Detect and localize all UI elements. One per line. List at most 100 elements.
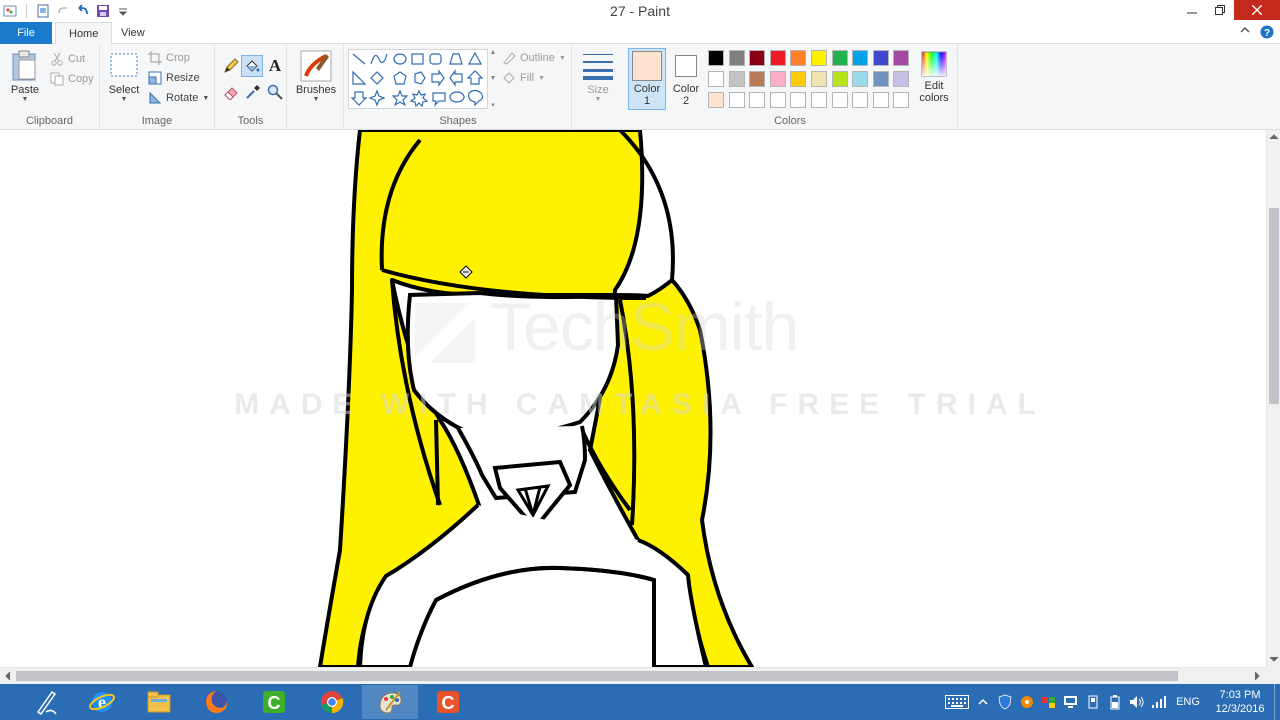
gallery-down-icon[interactable]: ▼ — [490, 75, 497, 82]
taskbar-pen-icon[interactable] — [18, 685, 74, 719]
tab-file[interactable]: File — [0, 22, 52, 44]
tab-view[interactable]: View — [108, 22, 158, 44]
tray-signal-icon[interactable] — [1148, 692, 1170, 712]
horizontal-scroll-thumb[interactable] — [16, 671, 1178, 681]
palette-swatch[interactable] — [769, 50, 786, 66]
show-desktop-button[interactable] — [1274, 684, 1280, 720]
new-file-icon[interactable] — [33, 2, 53, 20]
color-picker-tool[interactable] — [243, 82, 263, 102]
palette-swatch[interactable] — [872, 92, 889, 108]
touch-keyboard-icon[interactable] — [942, 692, 972, 712]
tray-usb-icon[interactable] — [1082, 692, 1104, 712]
tray-avast-icon[interactable] — [1016, 692, 1038, 712]
palette-swatch[interactable] — [811, 71, 827, 87]
tray-network-adapter-icon[interactable] — [1038, 692, 1060, 712]
palette-swatch[interactable] — [872, 50, 889, 66]
edit-colors-button[interactable]: Edit colors — [914, 50, 954, 104]
rotate-button[interactable]: Rotate ▼ — [148, 89, 209, 107]
tray-clock[interactable]: 7:03 PM 12/3/2016 — [1206, 688, 1274, 716]
palette-swatch[interactable] — [749, 71, 766, 87]
fill-dropdown-icon[interactable]: ▼ — [538, 75, 545, 82]
pencil-tool[interactable] — [221, 56, 241, 76]
scroll-down-icon[interactable] — [1268, 654, 1280, 664]
palette-swatch[interactable] — [893, 92, 910, 108]
palette-swatch[interactable] — [852, 71, 869, 87]
taskbar-chrome-icon[interactable] — [304, 685, 360, 719]
save-icon[interactable] — [93, 2, 113, 20]
outline-dropdown-icon[interactable]: ▼ — [559, 55, 566, 62]
palette-swatch[interactable] — [728, 50, 745, 66]
palette-swatch[interactable] — [790, 50, 807, 66]
crop-button[interactable]: Crop — [148, 49, 190, 67]
select-dropdown-icon[interactable]: ▼ — [121, 96, 128, 103]
taskbar-firefox-icon[interactable] — [188, 685, 244, 719]
taskbar-camtasia-recorder-icon[interactable]: C — [420, 685, 476, 719]
brushes-button[interactable]: Brushes ▼ — [293, 50, 339, 103]
tray-battery-icon[interactable] — [1104, 692, 1126, 712]
brushes-dropdown-icon[interactable]: ▼ — [313, 96, 320, 103]
tray-volume-icon[interactable] — [1126, 692, 1148, 712]
copy-button[interactable]: Copy — [50, 70, 94, 88]
tray-monitor-icon[interactable] — [1060, 692, 1082, 712]
palette-swatch[interactable] — [708, 50, 724, 66]
palette-swatch[interactable] — [831, 71, 848, 87]
undo-icon[interactable] — [73, 2, 93, 20]
customize-qat-icon[interactable] — [113, 2, 133, 20]
palette-swatch[interactable] — [852, 92, 869, 108]
palette-swatch[interactable] — [749, 92, 766, 108]
palette-swatch[interactable] — [769, 71, 786, 87]
palette-swatch[interactable] — [831, 92, 848, 108]
scroll-right-icon[interactable] — [1252, 670, 1262, 682]
palette-swatch[interactable] — [790, 71, 807, 87]
size-dropdown-icon[interactable]: ▼ — [595, 96, 602, 103]
tray-shield-icon[interactable] — [994, 692, 1016, 712]
color2-button[interactable]: Color 2 — [668, 49, 704, 107]
scroll-up-icon[interactable] — [1268, 132, 1280, 142]
magnifier-tool[interactable] — [265, 82, 285, 102]
collapse-ribbon-icon[interactable] — [1240, 25, 1250, 42]
taskbar-explorer-icon[interactable] — [131, 685, 187, 719]
size-button[interactable]: Size ▼ — [580, 50, 616, 103]
taskbar-ie-icon[interactable]: e — [74, 685, 130, 719]
palette-swatch[interactable] — [811, 92, 827, 108]
palette-swatch[interactable] — [708, 92, 724, 108]
close-icon[interactable] — [1234, 0, 1280, 20]
horizontal-scrollbar[interactable] — [0, 667, 1266, 684]
paste-button[interactable]: Paste ▼ — [6, 50, 44, 103]
fill-tool[interactable] — [241, 55, 263, 77]
palette-swatch[interactable] — [811, 50, 827, 66]
gallery-more-icon[interactable]: ▾ — [491, 101, 495, 109]
palette-swatch[interactable] — [852, 50, 869, 66]
scroll-left-icon[interactable] — [3, 670, 13, 682]
vertical-scroll-thumb[interactable] — [1269, 208, 1279, 404]
minimize-icon[interactable] — [1178, 0, 1206, 20]
cut-button[interactable]: Cut — [50, 50, 85, 68]
paint-app-icon[interactable] — [0, 2, 20, 20]
taskbar-paint-icon[interactable] — [362, 685, 418, 719]
rotate-dropdown-icon[interactable]: ▼ — [202, 95, 209, 102]
tray-up-arrow-icon[interactable] — [972, 692, 994, 712]
palette-swatch[interactable] — [790, 92, 807, 108]
vertical-scrollbar[interactable] — [1266, 130, 1280, 667]
palette-swatch[interactable] — [831, 50, 848, 66]
color1-button[interactable]: Color 1 — [628, 48, 666, 110]
taskbar-camtasia-green-icon[interactable]: C — [246, 685, 302, 719]
outline-button[interactable]: Outline ▼ — [502, 49, 566, 67]
gallery-up-icon[interactable]: ▲ — [490, 49, 497, 56]
palette-swatch[interactable] — [708, 71, 724, 87]
palette-swatch[interactable] — [872, 71, 889, 87]
select-button[interactable]: Select ▼ — [106, 50, 142, 103]
restore-icon[interactable] — [1206, 0, 1234, 20]
palette-swatch[interactable] — [893, 71, 910, 87]
palette-swatch[interactable] — [769, 92, 786, 108]
palette-swatch[interactable] — [728, 92, 745, 108]
resize-button[interactable]: Resize — [148, 69, 200, 87]
tray-language[interactable]: ENG — [1170, 696, 1206, 708]
help-icon[interactable]: ? — [1260, 25, 1274, 42]
text-tool[interactable]: A — [265, 56, 285, 76]
palette-swatch[interactable] — [893, 50, 910, 66]
fill-button[interactable]: Fill ▼ — [502, 69, 545, 87]
eraser-tool[interactable] — [221, 82, 241, 102]
palette-swatch[interactable] — [749, 50, 766, 66]
drawing-canvas[interactable]: TechSmith MADE WITH CAMTASIA FREE TRIAL — [0, 130, 1266, 667]
